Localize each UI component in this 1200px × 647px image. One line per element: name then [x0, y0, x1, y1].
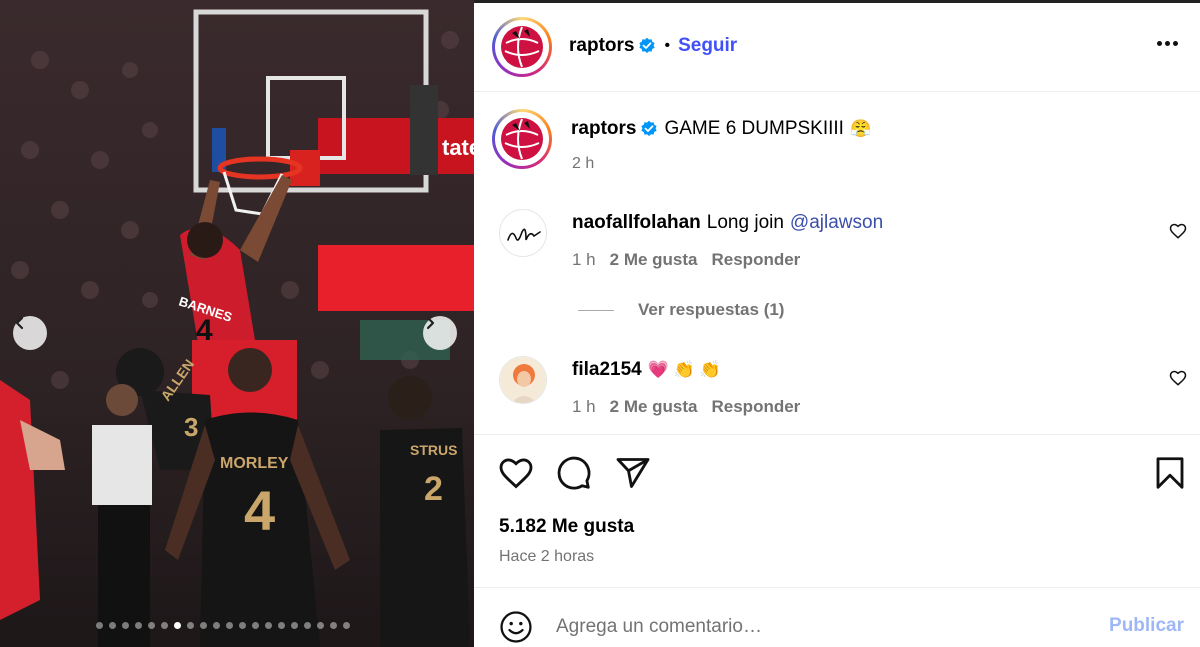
comment-username[interactable]: naofallfolahan — [572, 212, 701, 234]
more-options-button[interactable] — [1157, 41, 1178, 46]
comment-bar: Publicar — [474, 587, 1200, 647]
replies-divider — [578, 309, 614, 311]
emoji-icon[interactable] — [499, 610, 533, 644]
carousel-dot — [343, 622, 350, 629]
raptors-logo-icon — [501, 118, 543, 160]
carousel-dot-active — [174, 622, 181, 629]
post-header: raptors • Seguir — [474, 3, 1200, 92]
follow-button[interactable]: Seguir — [678, 35, 737, 57]
carousel-dot — [187, 622, 194, 629]
comment-line: fila2154 💗 👏 👏 — [572, 359, 721, 381]
comment-meta: 1 h 2 Me gusta Responder — [572, 250, 800, 270]
post-photo[interactable]: tate BARNES 4 ALLEN 3 MORLEY 4 — [0, 0, 474, 647]
arena-banner-text: tate — [442, 135, 474, 160]
caption-emoji: 😤 — [849, 119, 872, 138]
photo-illustration: tate BARNES 4 ALLEN 3 MORLEY 4 — [0, 0, 474, 647]
comment-avatar[interactable] — [499, 209, 547, 257]
signature-logo-icon — [507, 228, 541, 241]
carousel-dot — [239, 622, 246, 629]
comment-likes[interactable]: 2 Me gusta — [610, 397, 698, 417]
more-icon — [1157, 41, 1162, 46]
chevron-left-icon — [15, 316, 24, 330]
jersey-name-3: MORLEY — [220, 455, 289, 472]
jersey-number-2: 3 — [184, 412, 198, 442]
jersey-number-4: 2 — [424, 470, 443, 508]
chevron-right-icon — [426, 316, 435, 330]
verified-icon — [641, 120, 658, 136]
comment-time[interactable]: 1 h — [572, 250, 596, 270]
author-username[interactable]: raptors — [569, 35, 634, 57]
reply-button[interactable]: Responder — [712, 397, 801, 417]
reply-button[interactable]: Responder — [712, 250, 801, 270]
carousel-indicator — [96, 622, 350, 629]
raptors-logo-icon — [501, 26, 543, 68]
view-replies-button[interactable]: Ver respuestas (1) — [578, 300, 784, 320]
verified-icon — [639, 37, 656, 53]
carousel-dot — [252, 622, 259, 629]
author-avatar[interactable] — [492, 17, 552, 77]
carousel-dot — [317, 622, 324, 629]
comment-username[interactable]: fila2154 — [572, 359, 642, 381]
post-actions — [498, 455, 1188, 493]
bookmark-icon[interactable] — [1152, 455, 1188, 491]
jersey-number-3: 4 — [244, 479, 275, 542]
carousel-dot — [148, 622, 155, 629]
comment-line: naofallfolahan Long join @ajlawson — [572, 212, 883, 234]
carousel-dot — [109, 622, 116, 629]
caption-text: GAME 6 DUMPSKIIII — [664, 118, 844, 139]
comment-meta: 1 h 2 Me gusta Responder — [572, 397, 800, 417]
comment-likes[interactable]: 2 Me gusta — [610, 250, 698, 270]
heart-icon[interactable] — [1169, 369, 1187, 387]
post-time[interactable]: Hace 2 horas — [499, 548, 594, 566]
comment-avatar[interactable] — [499, 356, 547, 404]
carousel-dot — [213, 622, 220, 629]
carousel-dot — [330, 622, 337, 629]
heart-icon[interactable] — [1169, 222, 1187, 240]
comment-mention[interactable]: @ajlawson — [790, 212, 883, 234]
comment-text: 💗 👏 👏 — [647, 360, 721, 379]
carousel-dot — [122, 622, 129, 629]
carousel-dot — [135, 622, 142, 629]
carousel-dot — [96, 622, 103, 629]
comment-time[interactable]: 1 h — [572, 397, 596, 417]
jersey-number-1: 4 — [196, 314, 213, 347]
comment-text: Long join — [706, 212, 784, 233]
caption-username[interactable]: raptors — [571, 118, 636, 140]
jersey-name-4: STRUS — [410, 442, 457, 458]
comment-icon[interactable] — [556, 455, 592, 491]
carousel-dot — [161, 622, 168, 629]
carousel-dot — [304, 622, 311, 629]
carousel-dot — [200, 622, 207, 629]
post-panel: raptors • Seguir raptors GAME 6 DUMPSKII… — [474, 0, 1200, 647]
view-replies-label: Ver respuestas (1) — [638, 300, 785, 319]
share-icon[interactable] — [615, 455, 651, 491]
caption-avatar[interactable] — [492, 109, 552, 169]
carousel-dot — [291, 622, 298, 629]
caption-time[interactable]: 2 h — [572, 155, 594, 173]
user-avatar-icon — [500, 357, 546, 403]
carousel-dot — [278, 622, 285, 629]
previous-slide-button[interactable] — [13, 316, 47, 350]
likes-count[interactable]: 5.182 Me gusta — [499, 516, 634, 538]
header-separator: • — [664, 37, 671, 54]
comment-input[interactable] — [556, 612, 1076, 642]
heart-icon[interactable] — [498, 455, 534, 491]
actions-divider — [474, 434, 1200, 435]
carousel-dot — [226, 622, 233, 629]
carousel-dot — [265, 622, 272, 629]
next-slide-button[interactable] — [423, 316, 457, 350]
publish-button[interactable]: Publicar — [1109, 615, 1184, 637]
